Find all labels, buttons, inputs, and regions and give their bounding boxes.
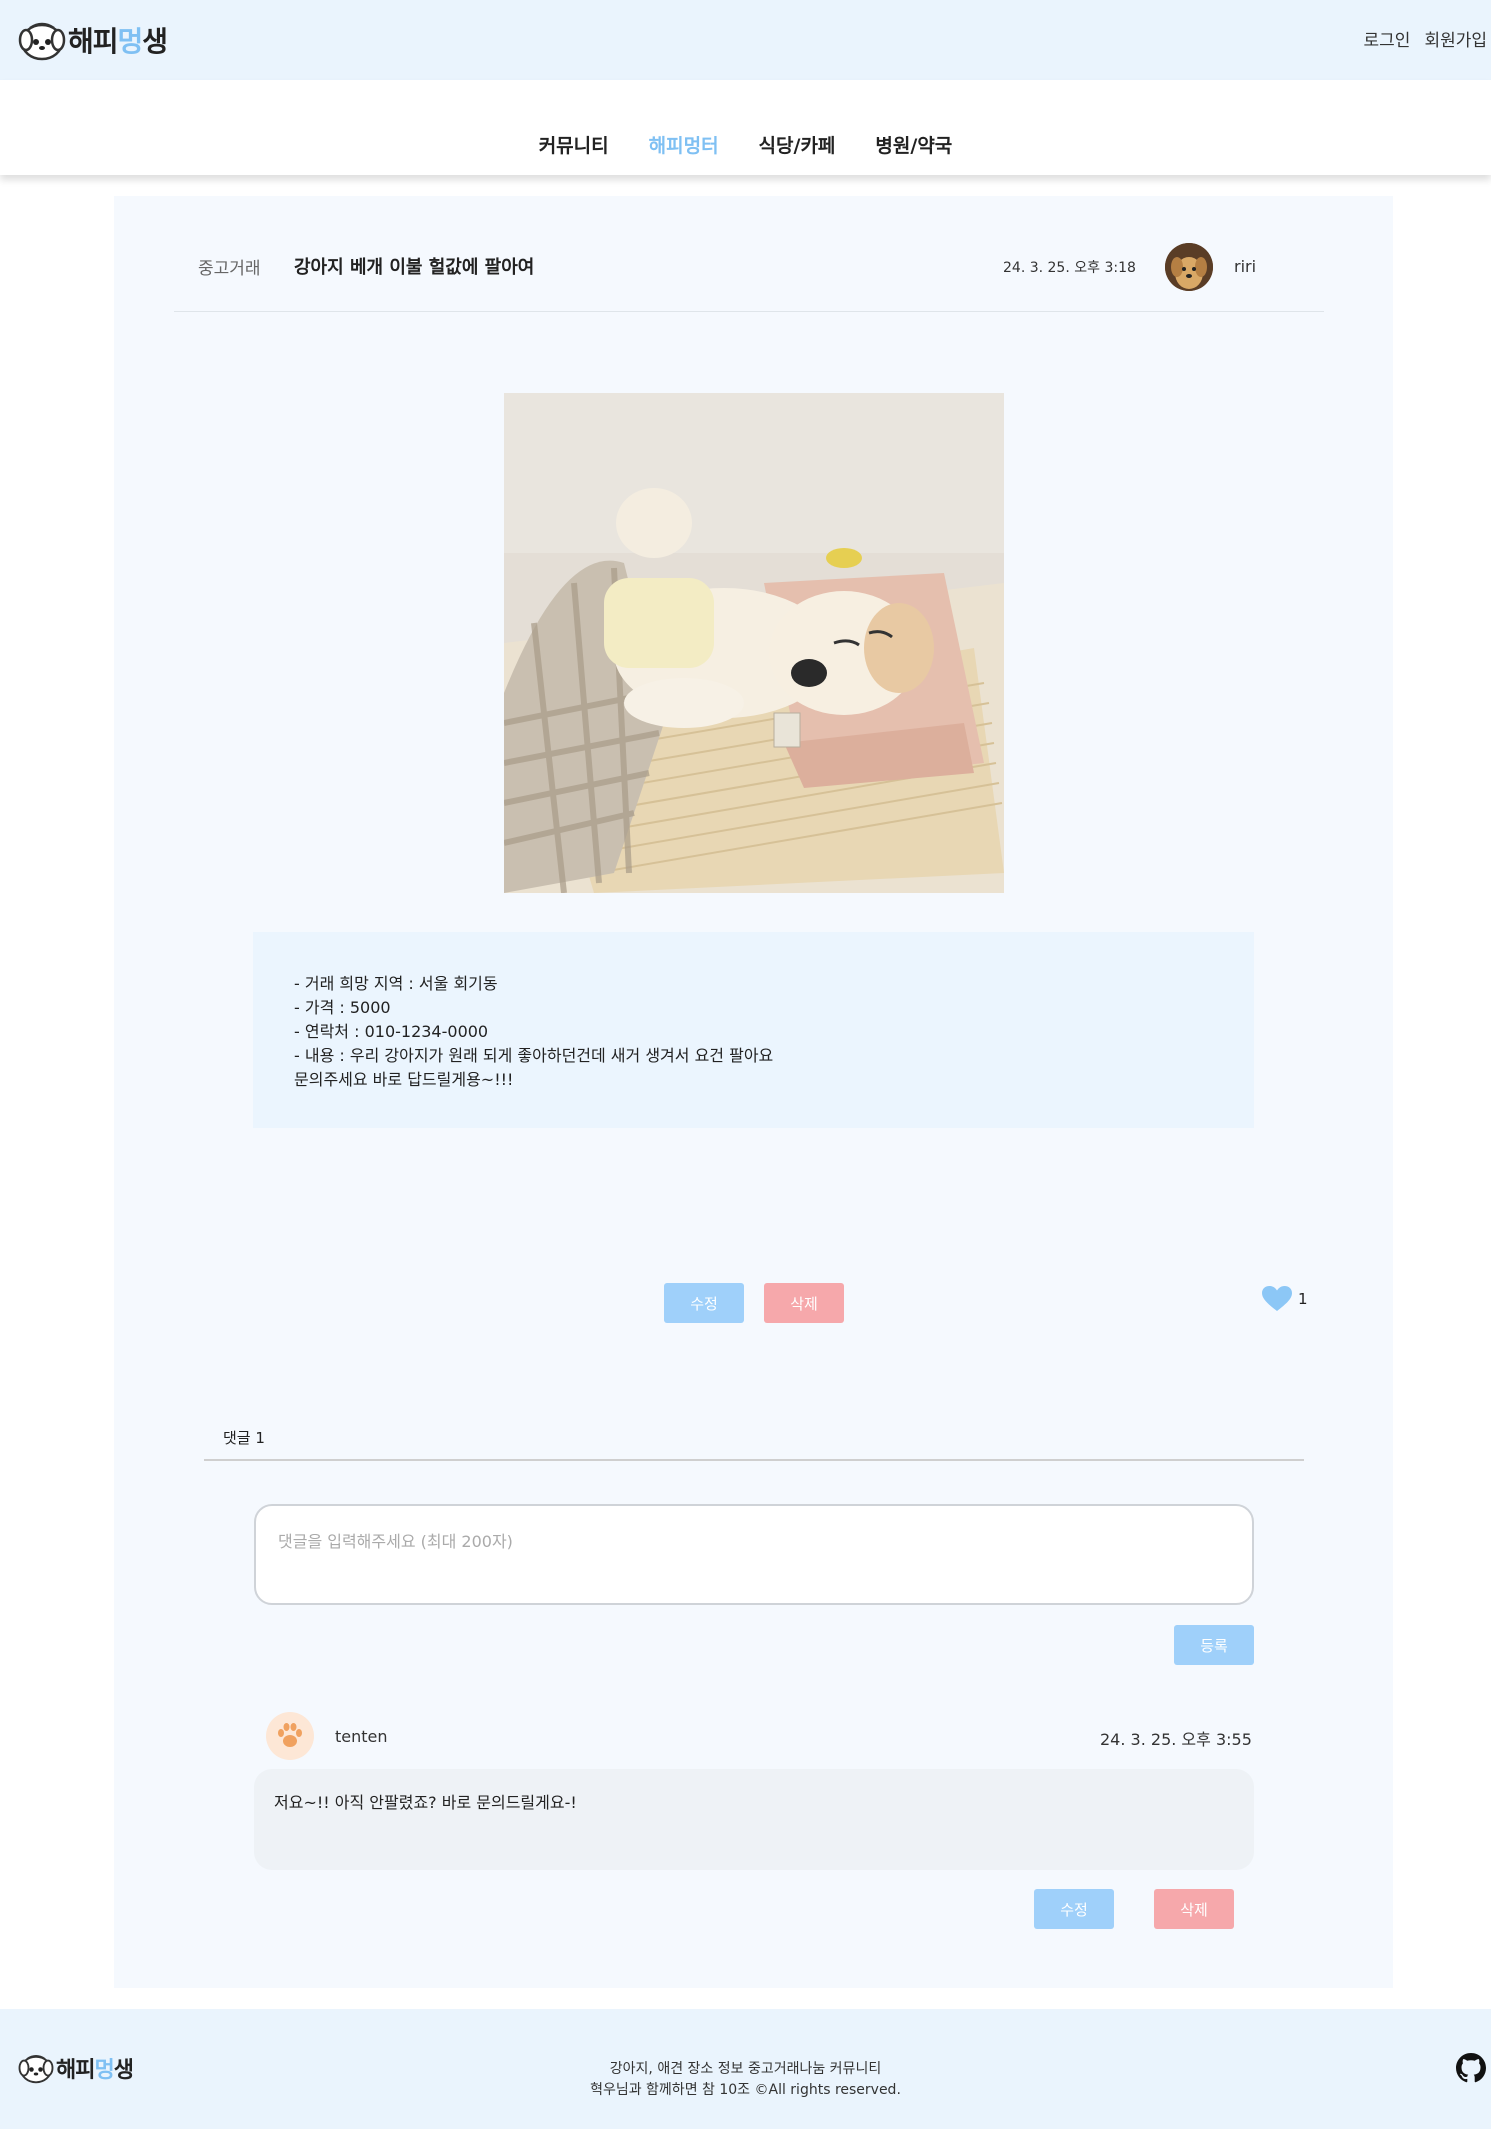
comment-header: 댓글 1 <box>204 1411 1304 1461</box>
post-content-line: - 거래 희망 지역 : 서울 회기동 <box>294 974 498 993</box>
main-nav-bar: 커뮤니티 해피멍터 식당/카페 병원/약국 <box>0 80 1491 175</box>
post-card: 중고거래 강아지 베개 이불 헐값에 팔아여 24. 3. 25. 오후 3:1… <box>114 196 1393 1988</box>
author-avatar[interactable] <box>1165 243 1213 291</box>
like-button[interactable]: 1 <box>1262 1286 1308 1312</box>
login-link[interactable]: 로그인 <box>1364 26 1411 51</box>
comment-body: 저요~!! 아직 안팔렸죠? 바로 문의드릴게요-! <box>254 1769 1254 1870</box>
site-logo[interactable]: 해피멍생 <box>18 18 168 62</box>
nav-item-community[interactable]: 커뮤니티 <box>539 131 609 158</box>
logo-text: 해피멍생 <box>68 25 168 58</box>
github-icon[interactable] <box>1455 2052 1487 2084</box>
edit-comment-button[interactable]: 수정 <box>1034 1889 1114 1929</box>
author-name[interactable]: riri <box>1234 257 1256 276</box>
post-date: 24. 3. 25. 오후 3:18 <box>1003 260 1136 276</box>
like-count: 1 <box>1298 1290 1308 1308</box>
top-bar: 해피멍생 로그인 회원가입 <box>0 0 1491 80</box>
comment-date: 24. 3. 25. 오후 3:55 <box>1100 1730 1252 1749</box>
nav-item-hospital-pharmacy[interactable]: 병원/약국 <box>875 131 952 158</box>
post-title: 강아지 베개 이불 헐값에 팔아여 <box>294 257 535 278</box>
comment-text: 저요~!! 아직 안팔렸죠? 바로 문의드릴게요-! <box>274 1793 577 1812</box>
comment-input[interactable]: 댓글을 입력해주세요 (최대 200자) <box>254 1504 1254 1605</box>
delete-post-button[interactable]: 삭제 <box>764 1283 844 1323</box>
post-photo <box>504 393 1004 893</box>
post-content-line: - 가격 : 5000 <box>294 998 391 1017</box>
submit-comment-button[interactable]: 등록 <box>1174 1625 1254 1665</box>
delete-comment-button[interactable]: 삭제 <box>1154 1889 1234 1929</box>
heart-icon <box>1262 1286 1292 1311</box>
paw-icon <box>278 1723 302 1747</box>
auth-links: 로그인 회원가입 <box>1364 26 1487 51</box>
footer-copyright: 혁우님과 함께하면 참 10조 ©All rights reserved. <box>590 2082 901 2098</box>
commenter-name[interactable]: tenten <box>335 1727 388 1746</box>
comment-count: 댓글 1 <box>223 1429 265 1447</box>
post-content-line: - 연락처 : 010-1234-0000 <box>294 1022 489 1041</box>
post-header: 중고거래 강아지 베개 이불 헐값에 팔아여 24. 3. 25. 오후 3:1… <box>174 196 1324 312</box>
post-content-line: - 내용 : 우리 강아지가 원래 되게 좋아하던건데 새거 생겨서 요건 팔아… <box>294 1046 774 1065</box>
post-content-line: 문의주세요 바로 답드릴게용~!!! <box>294 1070 514 1089</box>
footer: 해피멍생 강아지, 애견 장소 정보 중고거래나눔 커뮤니티 혁우님과 함께하면… <box>0 2009 1491 2129</box>
signup-link[interactable]: 회원가입 <box>1424 26 1487 51</box>
comment-input-placeholder: 댓글을 입력해주세요 (최대 200자) <box>278 1532 513 1551</box>
main-nav: 커뮤니티 해피멍터 식당/카페 병원/약국 <box>0 131 1491 158</box>
footer-description: 강아지, 애견 장소 정보 중고거래나눔 커뮤니티 <box>609 2061 882 2077</box>
nav-item-happy-meongter[interactable]: 해피멍터 <box>649 131 719 158</box>
edit-post-button[interactable]: 수정 <box>664 1283 744 1323</box>
sleeping-puppy-image <box>504 393 1004 893</box>
dog-logo-icon <box>18 22 66 61</box>
post-category: 중고거래 <box>198 259 261 279</box>
dog-photo-avatar-icon <box>1165 243 1213 291</box>
nav-item-restaurant-cafe[interactable]: 식당/카페 <box>759 131 836 158</box>
commenter-avatar[interactable] <box>266 1712 314 1760</box>
post-content: - 거래 희망 지역 : 서울 회기동 - 가격 : 5000 - 연락처 : … <box>253 932 1254 1128</box>
